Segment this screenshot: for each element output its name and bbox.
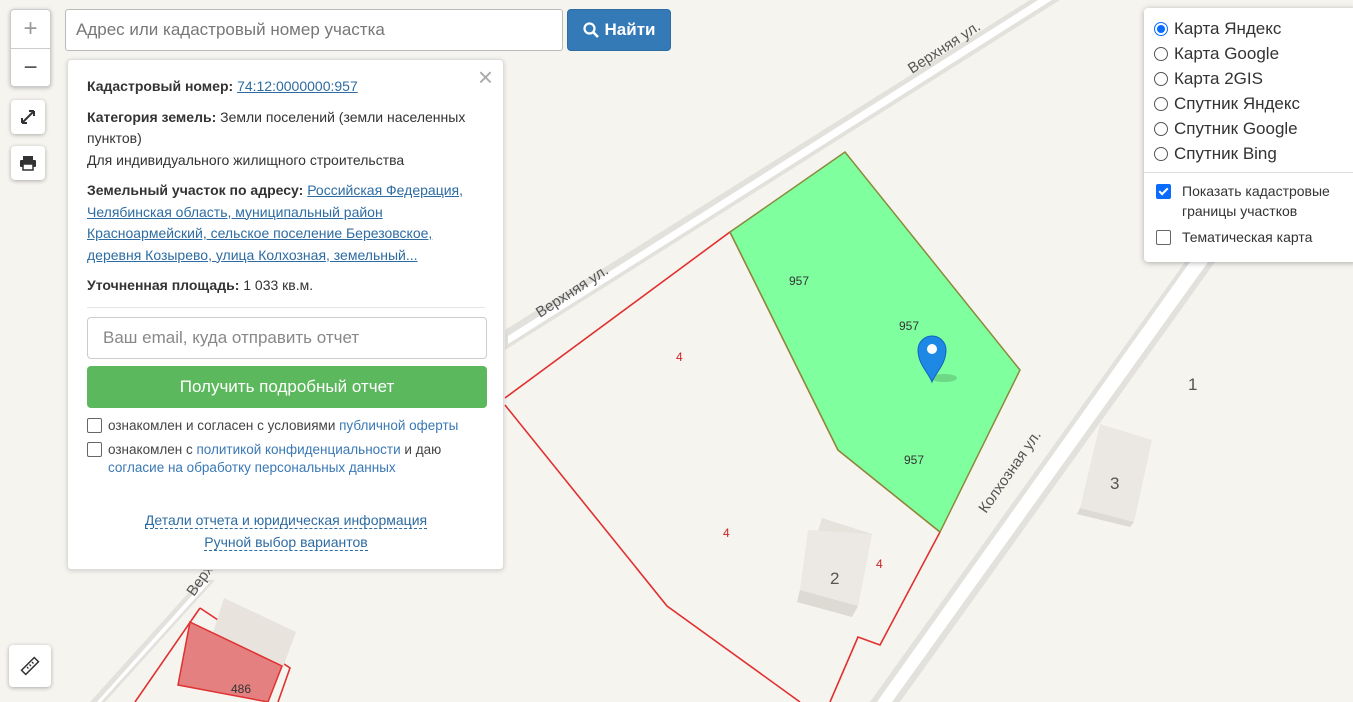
offer-consent-text: ознакомлен и согласен с условиями публич… — [108, 417, 459, 433]
offer-consent-row: ознакомлен и согласен с условиями публич… — [87, 417, 485, 435]
privacy-checkbox[interactable] — [87, 441, 102, 457]
public-offer-link[interactable]: публичной оферты — [339, 418, 458, 433]
print-button[interactable] — [11, 146, 45, 180]
privacy-consent-text: ознакомлен с политикой конфиденциальност… — [108, 441, 442, 475]
base-map-option-google-map[interactable]: Карта Google — [1154, 41, 1348, 66]
zoom-control: + − — [10, 9, 51, 87]
street-label-verkhnyaya-2: Верхняя ул. — [533, 262, 612, 321]
radio-button[interactable] — [1154, 96, 1168, 111]
expand-icon — [21, 110, 35, 124]
close-icon[interactable]: × — [478, 64, 493, 90]
zoom-in-button[interactable]: + — [11, 10, 50, 49]
checkbox[interactable] — [1156, 230, 1171, 245]
permitted-use: Для индивидуального жилищного строительс… — [87, 151, 405, 168]
plot-label-4-a: 4 — [676, 350, 683, 364]
plot-label-486: 486 — [231, 682, 251, 696]
privacy-consent-row: ознакомлен с политикой конфиденциальност… — [87, 441, 485, 477]
parcel-info-panel: × Кадастровый номер: 74:12:0000000:957 К… — [67, 59, 504, 570]
base-map-option-google-satellite[interactable]: Спутник Google — [1154, 116, 1348, 141]
base-map-option-yandex-satellite[interactable]: Спутник Яндекс — [1154, 91, 1348, 116]
address-label: Земельный участок по адресу: — [87, 182, 304, 198]
plot-label-4-c: 4 — [876, 557, 883, 571]
radio-button[interactable] — [1154, 46, 1168, 61]
search-input[interactable] — [65, 9, 563, 51]
privacy-policy-link[interactable]: политикой конфиденциальности — [196, 442, 400, 457]
radio-button[interactable] — [1154, 71, 1168, 86]
base-map-option-2gis-map[interactable]: Карта 2GIS — [1154, 66, 1348, 91]
plot-label-4-b: 4 — [723, 526, 730, 540]
fullscreen-button[interactable] — [11, 100, 45, 134]
panel-links: Детали отчета и юридическая информация Р… — [87, 509, 485, 553]
cadastral-number-row: Кадастровый номер: 74:12:0000000:957 — [87, 76, 485, 98]
building-number-1: 1 — [1188, 375, 1197, 394]
plot-label-957-c: 957 — [904, 453, 924, 467]
get-report-button[interactable]: Получить подробный отчет — [87, 365, 487, 408]
printer-icon — [20, 156, 36, 171]
building-number-2: 2 — [830, 569, 839, 588]
overlay-thematic-map[interactable]: Тематическая карта — [1154, 227, 1348, 247]
plot-label-957-a: 957 — [789, 274, 809, 288]
map-layers-panel: Карта Яндекс Карта Google Карта 2GIS Спу… — [1144, 8, 1353, 262]
radio-button[interactable] — [1154, 121, 1168, 136]
area-row: Уточненная площадь: 1 033 кв.м. — [87, 275, 485, 297]
building-2 — [797, 518, 872, 617]
ruler-button[interactable] — [9, 645, 51, 687]
boundary-plot-4-south — [504, 404, 801, 702]
personal-data-consent-link[interactable]: согласие на обработку персональных данны… — [108, 460, 396, 475]
cadastral-number-label: Кадастровый номер: — [87, 78, 234, 94]
selected-plot-957[interactable] — [729, 150, 1021, 534]
area-value: 1 033 кв.м. — [243, 277, 314, 293]
overlay-cadastral-boundaries[interactable]: Показать кадастровые границы участков — [1154, 181, 1348, 221]
base-map-option-yandex-map[interactable]: Карта Яндекс — [1154, 16, 1348, 41]
plot-label-957-b: 957 — [899, 319, 919, 333]
land-category-label: Категория земель: — [87, 108, 217, 125]
report-details-link[interactable]: Детали отчета и юридическая информация — [144, 511, 428, 529]
radio-button[interactable] — [1154, 21, 1168, 36]
land-category-row: Категория земель: Земли поселений (земли… — [87, 107, 485, 172]
offer-checkbox[interactable] — [87, 417, 102, 433]
search-button[interactable]: Найти — [567, 9, 671, 51]
manual-selection-link[interactable]: Ручной выбор вариантов — [204, 533, 368, 551]
ruler-icon — [20, 656, 40, 676]
zoom-out-button[interactable]: − — [11, 49, 50, 87]
radio-button[interactable] — [1154, 146, 1168, 161]
layers-divider — [1144, 172, 1353, 173]
address-row: Земельный участок по адресу: Российская … — [87, 180, 485, 266]
area-label: Уточненная площадь: — [87, 277, 240, 293]
cadastral-number-link[interactable]: 74:12:0000000:957 — [237, 78, 358, 94]
email-field[interactable] — [87, 316, 487, 359]
checkbox[interactable] — [1156, 184, 1171, 199]
search-button-label: Найти — [604, 20, 656, 39]
base-map-option-bing-satellite[interactable]: Спутник Bing — [1154, 141, 1348, 166]
search-icon — [582, 22, 599, 38]
divider — [87, 306, 485, 308]
building-number-3: 3 — [1110, 474, 1119, 493]
